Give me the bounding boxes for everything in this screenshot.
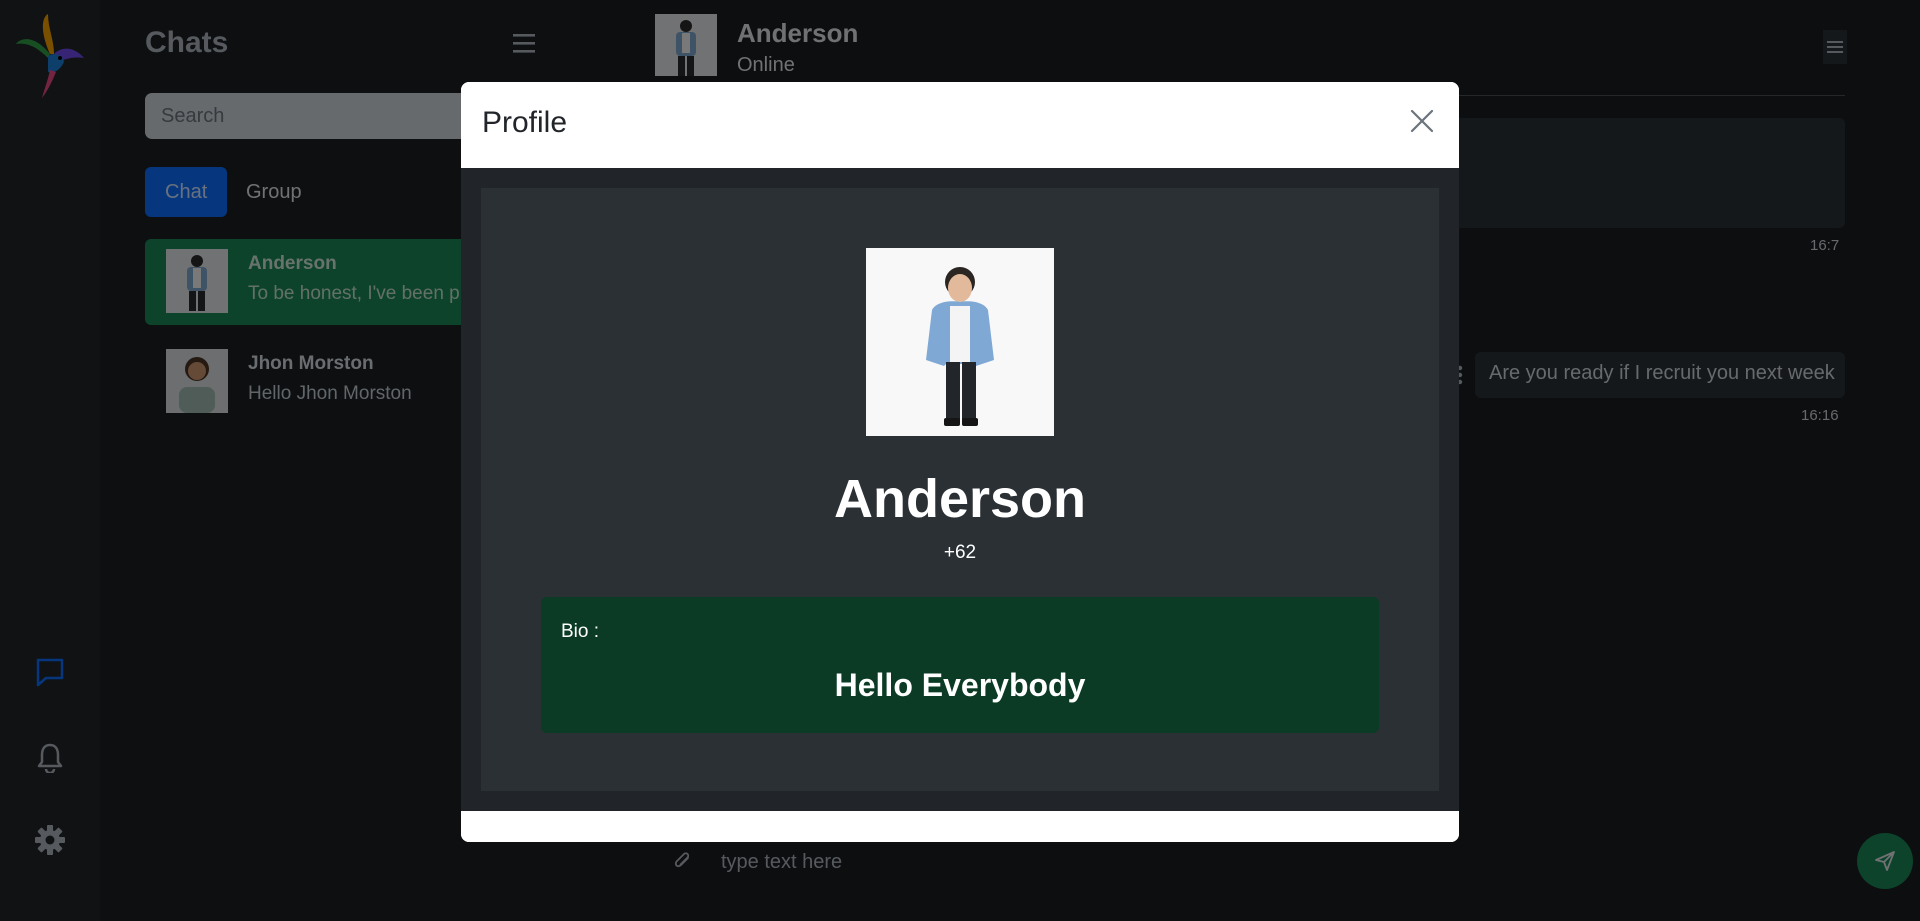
profile-photo <box>866 248 1054 436</box>
profile-modal: Profile Anderson +62 Bio: Hello Everybo… <box>461 82 1459 842</box>
profile-phone: +62 <box>943 542 977 563</box>
bio-label: Bio : <box>561 621 600 642</box>
modal-body: Anderson +62 Bio : Hello Everybody <box>461 168 1459 811</box>
bio-text: Hello Everybody <box>834 667 1086 703</box>
profile-name: Anderson <box>833 469 1087 529</box>
profile-card: Anderson +62 Bio : Hello Everybody <box>481 188 1439 791</box>
bio-box: Bio : Hello Everybody <box>541 597 1379 733</box>
close-icon[interactable] <box>1407 106 1437 136</box>
modal-title: Profile <box>482 106 568 139</box>
modal-header: Profile <box>461 82 1459 168</box>
modal-footer <box>461 811 1459 842</box>
